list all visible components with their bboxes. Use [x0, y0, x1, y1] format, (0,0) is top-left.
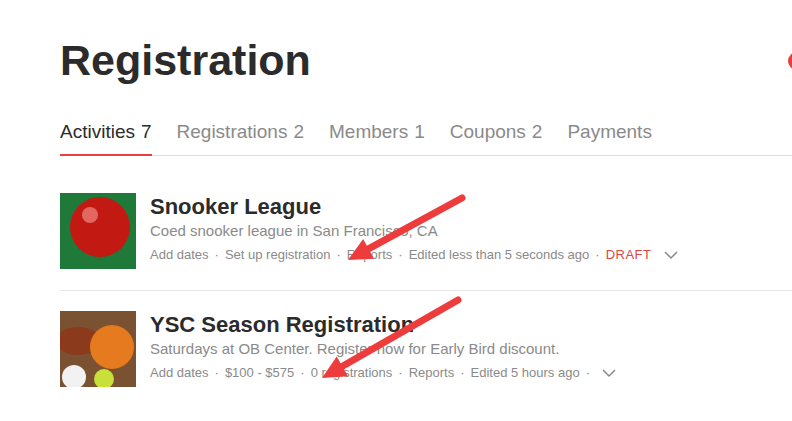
- annotation-arrow-icon: [348, 198, 462, 260]
- activity-description: Saturdays at OB Center. Register now for…: [150, 339, 616, 359]
- meta-item[interactable]: Reports: [347, 246, 393, 264]
- tab-count: 2: [532, 121, 543, 142]
- tab[interactable]: Members1: [329, 120, 425, 156]
- meta-item[interactable]: 0 registrations: [311, 364, 393, 382]
- activity-title[interactable]: Snooker League: [150, 194, 678, 220]
- tab[interactable]: Coupons2: [450, 120, 543, 156]
- separator: ·: [300, 364, 304, 382]
- meta-item[interactable]: Reports: [409, 364, 455, 382]
- meta-item[interactable]: $100 - $575: [225, 364, 294, 382]
- separator: ·: [398, 246, 402, 264]
- activity-row[interactable]: YSC Season RegistrationSaturdays at OB C…: [60, 291, 792, 408]
- separator: ·: [336, 246, 340, 264]
- tab[interactable]: Payments: [567, 120, 651, 156]
- tab[interactable]: Registrations2: [177, 120, 304, 156]
- tab-bar: Activities7 Registrations2 Members1 Coupons…: [60, 120, 792, 156]
- separator: ·: [586, 364, 590, 382]
- meta-item: Edited 5 hours ago: [471, 364, 580, 382]
- meta-item[interactable]: Set up registration: [225, 246, 331, 264]
- meta-item[interactable]: Add dates: [150, 246, 209, 264]
- separator: ·: [398, 364, 402, 382]
- tab[interactable]: Activities7: [60, 120, 152, 156]
- tab-count: 7: [141, 121, 152, 142]
- activity-meta: Add dates · Set up registration · Reports · Ed…: [150, 246, 678, 264]
- activity-row[interactable]: Snooker LeagueCoed snooker league in San…: [60, 156, 792, 291]
- chevron-down-icon[interactable]: [602, 368, 616, 378]
- separator: ·: [595, 246, 599, 264]
- status-badge: DRAFT: [606, 246, 652, 264]
- registration-page: Registration Activities7 Registrations2 Mem…: [0, 0, 792, 421]
- meta-item: Edited less than 5 seconds ago: [409, 246, 590, 264]
- separator: ·: [460, 364, 464, 382]
- action-button-edge[interactable]: [788, 52, 792, 70]
- tab-count: 2: [293, 121, 304, 142]
- snooker-ball-icon: [60, 193, 136, 269]
- meta-item[interactable]: Add dates: [150, 364, 209, 382]
- page-title: Registration: [60, 36, 792, 84]
- chevron-down-icon[interactable]: [664, 250, 678, 260]
- activity-meta: Add dates · $100 - $575 · 0 registrations · Re…: [150, 364, 616, 382]
- activity-image: [60, 311, 136, 387]
- activity-image: [60, 193, 136, 269]
- separator: ·: [215, 246, 219, 264]
- sports-balls-icon: [60, 311, 136, 387]
- activity-title[interactable]: YSC Season Registration: [150, 312, 616, 338]
- activity-description: Coed snooker league in San Francisco, CA: [150, 221, 678, 241]
- annotation-arrow-icon: [322, 300, 458, 378]
- separator: ·: [215, 364, 219, 382]
- tab-count: 1: [414, 121, 425, 142]
- annotation-overlay: [0, 0, 792, 421]
